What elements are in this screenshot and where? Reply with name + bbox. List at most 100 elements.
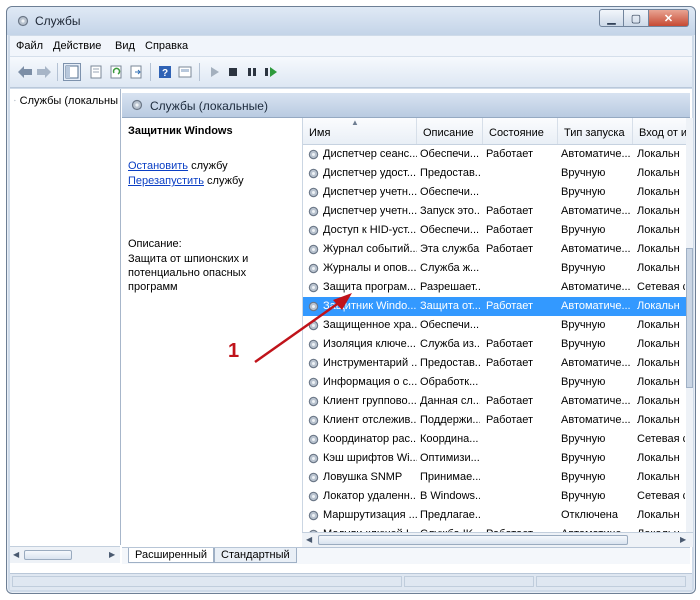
cell-startup-type: Автоматиче... bbox=[561, 205, 631, 217]
cell-startup-type: Автоматиче... bbox=[561, 243, 631, 255]
scroll-thumb[interactable] bbox=[318, 535, 628, 545]
cell-description: Защита от... bbox=[420, 300, 480, 312]
start-service-icon[interactable] bbox=[205, 63, 223, 81]
scroll-right-icon[interactable]: ▶ bbox=[680, 535, 686, 544]
table-header: ▲ Имя Описание Состояние Тип запуска Вхо… bbox=[303, 118, 686, 145]
table-row[interactable]: Диспетчер удост... Предостав... Вручную Лок… bbox=[303, 164, 686, 183]
table-row[interactable]: Кэш шрифтов Wi... Оптимизи... Вручную Локал… bbox=[303, 449, 686, 468]
help-icon[interactable]: ? bbox=[156, 63, 174, 81]
table-row[interactable]: Ловушка SNMP Принимае... Вручную Локальн bbox=[303, 468, 686, 487]
cell-logon: Локальн bbox=[637, 376, 680, 388]
minimize-button[interactable]: ▁ bbox=[599, 9, 624, 27]
scroll-thumb[interactable] bbox=[24, 550, 72, 560]
table-horizontal-scrollbar[interactable]: ◀ ▶ bbox=[302, 532, 693, 547]
column-header-name[interactable]: ▲ Имя bbox=[303, 118, 417, 144]
table-row[interactable]: Защищенное хра... Обеспечи... Вручную Локал… bbox=[303, 316, 686, 335]
scroll-left-icon[interactable]: ◀ bbox=[13, 550, 19, 559]
menu-action[interactable]: Действие bbox=[53, 40, 101, 52]
properties-icon[interactable] bbox=[87, 63, 105, 81]
cell-name: Маршрутизация ... bbox=[323, 509, 417, 521]
table-row[interactable]: Инструментарий ... Предостав... Работает Ав… bbox=[303, 354, 686, 373]
services-gear-icon bbox=[131, 99, 143, 111]
service-gear-icon bbox=[308, 206, 319, 217]
cell-description: Обеспечи... bbox=[420, 224, 480, 236]
table-row[interactable]: Информация о с... Обработк... Вручную Локал… bbox=[303, 373, 686, 392]
cell-logon: Локальн bbox=[637, 452, 680, 464]
service-gear-icon bbox=[308, 472, 319, 483]
console-tree-toggle-icon[interactable] bbox=[63, 63, 81, 81]
cell-logon: Локальн bbox=[637, 148, 680, 160]
table-row[interactable]: Журналы и опов... Служба ж... Вручную Локал… bbox=[303, 259, 686, 278]
table-row[interactable]: Защитник Windo... Защита от... Работает Авт… bbox=[303, 297, 686, 316]
tab-extended[interactable]: Расширенный bbox=[128, 548, 214, 563]
menu-help[interactable]: Справка bbox=[145, 40, 188, 52]
cell-name: Журналы и опов... bbox=[323, 262, 417, 274]
tab-standard[interactable]: Стандартный bbox=[214, 548, 297, 563]
cell-description: В Windows... bbox=[420, 490, 480, 502]
service-gear-icon bbox=[308, 491, 319, 502]
table-row[interactable]: Защита програм... Разрешает... Автоматиче.… bbox=[303, 278, 686, 297]
status-cell bbox=[404, 576, 534, 587]
maximize-button[interactable]: ▢ bbox=[624, 9, 649, 27]
cell-name: Инструментарий ... bbox=[323, 357, 417, 369]
table-row[interactable]: Маршрутизация ... Предлагае... Отключена Ло… bbox=[303, 506, 686, 525]
table-row[interactable]: Журнал событий...Эта служба... Работает Ав… bbox=[303, 240, 686, 259]
tree-horizontal-scrollbar[interactable]: ◀ ▶ bbox=[10, 546, 120, 563]
cell-name: Изоляция ключе... bbox=[323, 338, 416, 350]
stop-service-link[interactable]: Остановить bbox=[128, 160, 188, 172]
restart-service-icon[interactable] bbox=[262, 63, 280, 81]
menu-view[interactable]: Вид bbox=[115, 40, 135, 52]
table-row[interactable]: Изоляция ключе... Служба из... Работает Вру… bbox=[303, 335, 686, 354]
table-row[interactable]: Клиент группово... Данная сл... Работает Ав… bbox=[303, 392, 686, 411]
table-row[interactable]: Диспетчер учетн... Запуск это... Работает А… bbox=[303, 202, 686, 221]
description-text: Защита от шпионских и потенциально опасн… bbox=[128, 253, 249, 293]
scroll-right-icon[interactable]: ▶ bbox=[109, 550, 115, 559]
table-row[interactable]: Доступ к HID-уст... Обеспечи... Работает Вр… bbox=[303, 221, 686, 240]
service-gear-icon bbox=[308, 320, 319, 331]
cell-startup-type: Автоматиче... bbox=[561, 395, 631, 407]
cell-startup-type: Вручную bbox=[561, 471, 606, 483]
cell-name: Журнал событий... bbox=[323, 243, 417, 255]
cell-description: Служба ж... bbox=[420, 262, 480, 274]
cell-logon: Локальн bbox=[637, 300, 680, 312]
service-gear-icon bbox=[308, 187, 319, 198]
table-row[interactable]: Диспетчер сеанс... Обеспечи... Работает Авт… bbox=[303, 145, 686, 164]
column-header-startup-type[interactable]: Тип запуска bbox=[558, 118, 633, 144]
column-header-logon[interactable]: Вход от и bbox=[633, 118, 686, 144]
cell-logon: Локальн bbox=[637, 395, 680, 407]
window-title: Службы bbox=[35, 14, 81, 28]
table-row[interactable]: Клиент отслежив... Поддержи... Работает Авт… bbox=[303, 411, 686, 430]
cell-startup-type: Вручную bbox=[561, 167, 606, 179]
cell-startup-type: Автоматиче... bbox=[561, 148, 631, 160]
scroll-left-icon[interactable]: ◀ bbox=[306, 535, 312, 544]
menu-bar: Файл Действие Вид Справка bbox=[10, 36, 692, 57]
column-header-state[interactable]: Состояние bbox=[483, 118, 558, 144]
pause-service-icon[interactable] bbox=[243, 63, 261, 81]
service-gear-icon bbox=[308, 434, 319, 445]
refresh-icon[interactable] bbox=[107, 63, 125, 81]
cell-name: Защита програм... bbox=[323, 281, 417, 293]
table-row[interactable]: Локатор удаленн... В Windows... Вручную Сет… bbox=[303, 487, 686, 506]
restart-service-link[interactable]: Перезапустить bbox=[128, 175, 204, 187]
back-arrow-icon[interactable] bbox=[16, 63, 34, 81]
stop-service-icon[interactable] bbox=[224, 63, 242, 81]
column-header-description[interactable]: Описание bbox=[417, 118, 483, 144]
title-bar[interactable]: Службы ▁ ▢ ✕ bbox=[7, 7, 695, 35]
service-gear-icon bbox=[308, 301, 319, 312]
menu-file[interactable]: Файл bbox=[16, 40, 43, 52]
view-icon[interactable] bbox=[176, 63, 194, 81]
scroll-thumb[interactable] bbox=[686, 248, 693, 388]
stop-service-row: Остановить службу bbox=[128, 160, 228, 172]
cell-name: Кэш шрифтов Wi... bbox=[323, 452, 417, 464]
tree-item-services-local[interactable]: Службы (локальны bbox=[14, 94, 118, 107]
table-row[interactable]: Диспетчер учетн... Обеспечи... Вручную Лока… bbox=[303, 183, 686, 202]
table-row[interactable]: Модули ключей I...Служба IK...РаботаетАв… bbox=[303, 525, 686, 532]
table-vertical-scrollbar[interactable] bbox=[686, 118, 693, 532]
forward-arrow-icon[interactable] bbox=[35, 63, 53, 81]
export-list-icon[interactable] bbox=[127, 63, 145, 81]
cell-logon: Локальн bbox=[637, 319, 680, 331]
status-cell bbox=[12, 576, 402, 587]
close-button[interactable]: ✕ bbox=[649, 9, 689, 27]
table-row[interactable]: Координатор рас... Координа... Вручную Сете… bbox=[303, 430, 686, 449]
cell-description: Запуск это... bbox=[420, 205, 480, 217]
